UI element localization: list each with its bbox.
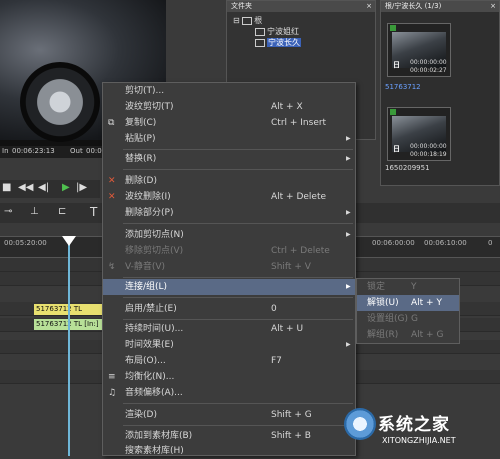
transport-controls: ■ ◀◀ ◀| ▶ |▶ bbox=[0, 180, 100, 198]
clip-thumbnail[interactable]: 日 00:00:00:00 00:00:18:19 bbox=[387, 107, 451, 161]
thumb-timecode-end: 00:00:18:19 bbox=[410, 151, 447, 158]
menu-item-search-bin[interactable]: 搜索素材库(H) bbox=[103, 443, 355, 459]
in-label: In bbox=[2, 147, 9, 155]
status-marker bbox=[390, 25, 396, 31]
submenu-arrow-icon: ▶ bbox=[346, 283, 351, 290]
menu-item-link-group[interactable]: 连接/组(L) ▶ bbox=[103, 279, 355, 295]
menu-item-paste[interactable]: 粘贴(P) ▶ bbox=[103, 131, 355, 147]
bin-panel: 根/宁波长久 (1/3) × 日 00:00:00:00 00:00:02:27… bbox=[380, 0, 500, 186]
bin-panel-header: 根/宁波长久 (1/3) × bbox=[381, 1, 499, 12]
audio-offset-icon: ♫ bbox=[108, 388, 117, 398]
day-badge: 日 bbox=[393, 61, 400, 69]
thumb-timecode-end: 00:00:02:27 bbox=[410, 67, 447, 74]
watermark-text: 系统之家 bbox=[378, 415, 450, 435]
play-icon[interactable]: ▶ bbox=[62, 182, 70, 193]
playhead-handle[interactable] bbox=[62, 236, 76, 246]
menu-item-enable-disable[interactable]: 启用/禁止(E) 0 bbox=[103, 301, 355, 317]
thumb-name[interactable]: 51763712 bbox=[385, 83, 421, 91]
submenu-arrow-icon: ▶ bbox=[346, 135, 351, 142]
equalize-icon: ≡ bbox=[108, 372, 116, 382]
split-tool-icon[interactable]: ⊥ bbox=[30, 206, 39, 217]
collapse-icon[interactable]: ⊟ bbox=[233, 16, 240, 25]
menu-item-add-to-bin[interactable]: 添加到素材库(B) Shift + B bbox=[103, 428, 355, 444]
clip-thumbnail[interactable]: 日 00:00:00:00 00:00:02:27 bbox=[387, 23, 451, 77]
text-tool-icon[interactable]: T bbox=[90, 205, 97, 219]
menu-separator bbox=[123, 149, 353, 150]
close-icon[interactable]: × bbox=[490, 1, 496, 12]
ruler-label: 00:06:00:00 bbox=[372, 239, 415, 247]
menu-item-audio-offset[interactable]: ♫ 音频偏移(A)... bbox=[103, 385, 355, 401]
menu-item-add-cut-point[interactable]: 添加剪切点(N) ▶ bbox=[103, 227, 355, 243]
in-timecode[interactable]: 00:06:23:13 bbox=[12, 147, 55, 155]
menu-item-render[interactable]: 渲染(D) Shift + G bbox=[103, 407, 355, 423]
menu-separator bbox=[123, 297, 353, 298]
menu-item-equalize[interactable]: ≡ 均衡化(N)... bbox=[103, 369, 355, 385]
out-label: Out bbox=[70, 147, 83, 155]
watermark-url: XITONGZHIJIA.NET bbox=[382, 436, 456, 445]
menu-separator bbox=[123, 169, 353, 170]
folder-panel-title: 文件夹 bbox=[231, 2, 252, 10]
menu-separator bbox=[123, 319, 353, 320]
step-forward-icon[interactable]: |▶ bbox=[76, 182, 87, 193]
menu-separator bbox=[123, 403, 353, 404]
submenu-item-lock[interactable]: 锁定 Y bbox=[357, 279, 459, 295]
step-back-icon[interactable]: ◀| bbox=[38, 182, 49, 193]
folder-icon bbox=[242, 16, 253, 25]
menu-item-ripple-delete[interactable]: ✕ 波纹删除(I) Alt + Delete bbox=[103, 189, 355, 205]
thumb-timecode-start: 00:00:00:00 bbox=[410, 143, 447, 150]
copy-icon: ⧉ bbox=[108, 118, 115, 128]
ruler-label: 00:05:20:00 bbox=[4, 239, 47, 247]
watermark: 系统之家 XITONGZHIJIA.NET bbox=[338, 402, 500, 456]
menu-item-duration[interactable]: 持续时间(U)... Alt + U bbox=[103, 321, 355, 337]
submenu-arrow-icon: ▶ bbox=[346, 231, 351, 238]
submenu-link-group: 锁定 Y 解锁(U) Alt + Y 设置组(G) G 解组(R) Alt + G bbox=[356, 278, 460, 344]
menu-item-v-mute[interactable]: ↯ V-静音(V) Shift + V bbox=[103, 259, 355, 275]
submenu-arrow-icon: ▶ bbox=[346, 155, 351, 162]
submenu-item-set-group[interactable]: 设置组(G) G bbox=[357, 311, 459, 327]
rewind-icon[interactable]: ◀◀ bbox=[18, 182, 33, 193]
playhead[interactable] bbox=[68, 236, 70, 456]
watermark-logo-icon bbox=[344, 408, 376, 440]
status-marker bbox=[390, 109, 396, 115]
menu-item-cut[interactable]: 剪切(T)... bbox=[103, 83, 355, 99]
menu-separator bbox=[123, 223, 353, 224]
menu-item-delete[interactable]: ✕ 删除(D) bbox=[103, 173, 355, 189]
folder-icon bbox=[255, 38, 265, 47]
tree-item-folder-2[interactable]: 宁波长久 bbox=[255, 37, 301, 48]
menu-item-delete-part[interactable]: 删除部分(P) ▶ bbox=[103, 205, 355, 221]
close-icon[interactable]: × bbox=[366, 1, 372, 12]
menu-item-remove-cut-point[interactable]: 移除剪切点(V) Ctrl + Delete bbox=[103, 243, 355, 259]
menu-item-replace[interactable]: 替换(R) ▶ bbox=[103, 151, 355, 167]
ruler-label: 0 bbox=[488, 239, 493, 247]
delete-icon: ✕ bbox=[108, 176, 116, 186]
thumb-name[interactable]: 1650209951 bbox=[385, 164, 430, 172]
tree-item-folder-1[interactable]: 宁波姐红 bbox=[255, 26, 299, 37]
menu-separator bbox=[123, 277, 353, 278]
menu-separator bbox=[123, 425, 353, 426]
submenu-item-ungroup[interactable]: 解组(R) Alt + G bbox=[357, 327, 459, 343]
edit-tool-icon[interactable]: ⊸ bbox=[4, 206, 12, 217]
folder-icon bbox=[255, 27, 265, 36]
menu-item-layout[interactable]: 布局(O)... F7 bbox=[103, 353, 355, 369]
bin-panel-title: 根/宁波长久 (1/3) bbox=[385, 2, 442, 10]
car-wheel-image bbox=[20, 62, 100, 142]
ruler-label: 00:06:10:00 bbox=[424, 239, 467, 247]
stop-icon[interactable]: ■ bbox=[2, 182, 11, 193]
tree-item-root[interactable]: ⊟ 根 bbox=[233, 15, 262, 26]
thumb-timecode-start: 00:00:00:00 bbox=[410, 59, 447, 66]
menu-item-time-effect[interactable]: 时间效果(E) ▶ bbox=[103, 337, 355, 353]
context-menu: 剪切(T)... 波纹剪切(T) Alt + X ⧉ 复制(C) Ctrl + Ins… bbox=[102, 82, 356, 456]
trim-tool-icon[interactable]: ⊏ bbox=[58, 206, 66, 217]
submenu-arrow-icon: ▶ bbox=[346, 341, 351, 348]
day-badge: 日 bbox=[393, 145, 400, 153]
folder-panel-header: 文件夹 × bbox=[227, 1, 375, 12]
mute-icon: ↯ bbox=[108, 262, 116, 272]
menu-item-ripple-cut[interactable]: 波纹剪切(T) Alt + X bbox=[103, 99, 355, 115]
ripple-delete-icon: ✕ bbox=[108, 192, 116, 202]
menu-item-copy[interactable]: ⧉ 复制(C) Ctrl + Insert bbox=[103, 115, 355, 131]
submenu-arrow-icon: ▶ bbox=[346, 209, 351, 216]
submenu-item-unlock[interactable]: 解锁(U) Alt + Y bbox=[357, 295, 459, 311]
